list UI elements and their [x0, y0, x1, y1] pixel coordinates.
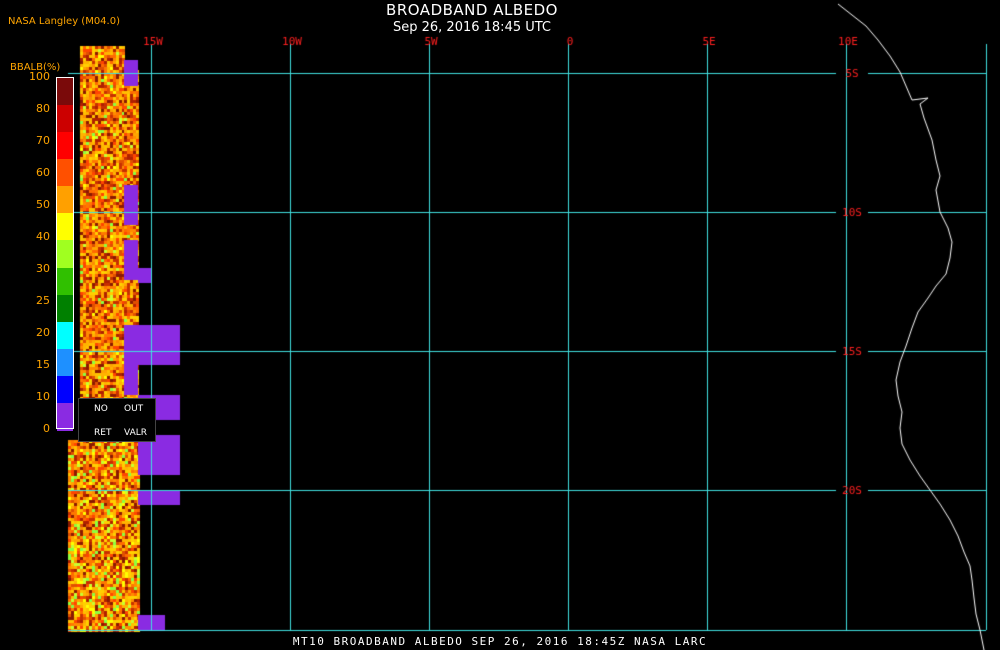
- legend-swatch: [57, 159, 73, 188]
- footer-caption: MT10 BROADBAND ALBEDO SEP 26, 2016 18:45…: [292, 635, 708, 648]
- albedo-map: [0, 0, 1000, 650]
- legend-swatch: [57, 213, 73, 242]
- legend-swatch: [57, 105, 73, 134]
- legend-tick-label: 0: [43, 422, 50, 435]
- legend-swatch: [57, 348, 73, 377]
- no-ret-label-2: RET: [94, 428, 112, 438]
- brand-label: NASA Langley (M04.0): [8, 16, 120, 27]
- legend-swatch: [57, 267, 73, 296]
- legend-swatch: [57, 240, 73, 269]
- legend-tick-label: 25: [36, 294, 50, 307]
- legend-swatch: [57, 132, 73, 161]
- legend-tick-label: 100: [29, 70, 50, 83]
- legend-tick-label: 40: [36, 230, 50, 243]
- legend-swatch: [57, 321, 73, 350]
- legend-swatch: [57, 78, 73, 107]
- legend-swatch: [57, 186, 73, 215]
- no-ret-label-1: NO: [94, 404, 108, 414]
- legend-swatch: [57, 402, 73, 431]
- map-title: BROADBAND ALBEDO: [386, 1, 558, 19]
- no-retrieval-key: NO RET OUT VALR: [78, 398, 156, 442]
- legend-tick-label: 20: [36, 326, 50, 339]
- legend-tick-label: 70: [36, 134, 50, 147]
- legend-tick-label: 10: [36, 390, 50, 403]
- legend-tick-label: 80: [36, 102, 50, 115]
- map-datetime: Sep 26, 2016 18:45 UTC: [392, 20, 552, 35]
- legend-swatch: [57, 375, 73, 404]
- legend-swatch: [57, 294, 73, 323]
- out-valr-label-2: VALR: [124, 428, 148, 438]
- out-valr-label-1: OUT: [124, 404, 144, 414]
- legend-tick-label: 30: [36, 262, 50, 275]
- legend-tick-label: 60: [36, 166, 50, 179]
- legend-tick-label: 15: [36, 358, 50, 371]
- legend-tick-label: 50: [36, 198, 50, 211]
